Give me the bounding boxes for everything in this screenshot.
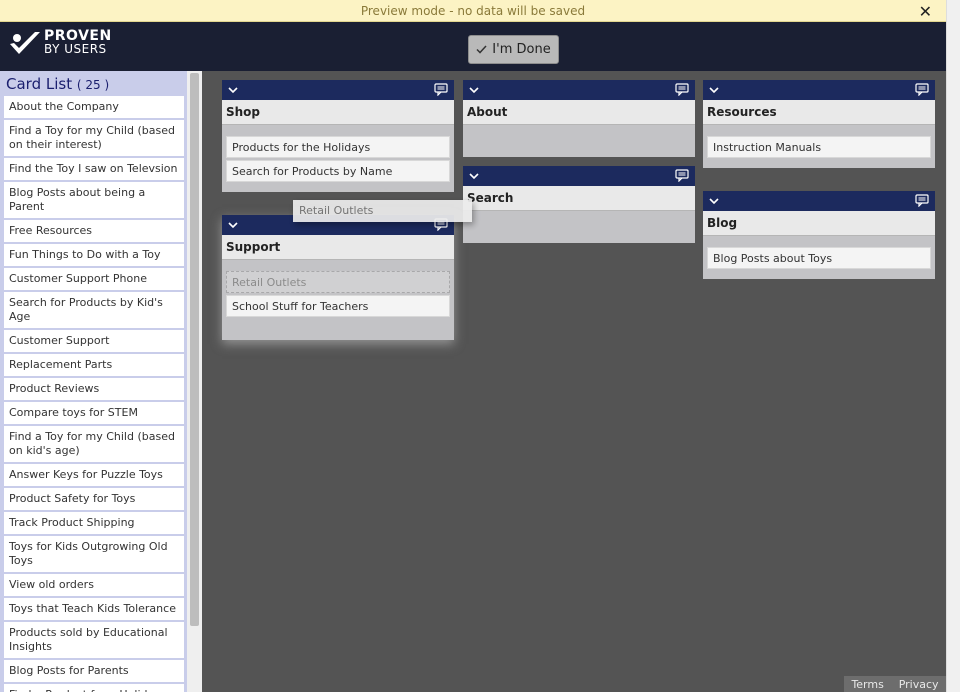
category-title[interactable]: About — [463, 100, 695, 125]
chevron-down-icon[interactable] — [468, 84, 480, 96]
sidebar-scrollbar-thumb[interactable] — [190, 73, 199, 626]
card-list-item[interactable]: Product Reviews — [4, 378, 184, 400]
chevron-down-icon[interactable] — [227, 219, 239, 231]
logo-text: PROVEN BY USERS — [44, 29, 112, 56]
top-bar: PROVEN BY USERS I'm Done — [0, 22, 946, 71]
card-list-item[interactable]: Blog Posts for Parents — [4, 660, 184, 682]
category-body: Products for the Holidays Search for Pro… — [222, 125, 454, 188]
card-list-item[interactable]: Search for Products by Kid's Age — [4, 292, 184, 328]
category-header — [703, 191, 935, 211]
category-search[interactable]: Search — [463, 166, 695, 243]
sorted-card[interactable]: Blog Posts about Toys — [707, 247, 931, 269]
privacy-link[interactable]: Privacy — [899, 678, 939, 691]
card-list-item[interactable]: About the Company — [4, 96, 184, 118]
category-support[interactable]: Support Retail Outlets School Stuff for … — [222, 215, 454, 340]
category-body: Instruction Manuals — [703, 125, 935, 164]
preview-banner-text: Preview mode - no data will be saved — [360, 4, 586, 18]
footer: Terms Privacy — [844, 676, 946, 692]
logo: PROVEN BY USERS — [8, 29, 112, 56]
category-title[interactable]: Shop — [222, 100, 454, 125]
card-list-item[interactable]: View old orders — [4, 574, 184, 596]
category-title[interactable]: Blog — [703, 211, 935, 236]
card-list-item[interactable]: Customer Support Phone — [4, 268, 184, 290]
category-title[interactable]: Resources — [703, 100, 935, 125]
sorted-card[interactable]: Products for the Holidays — [226, 136, 450, 158]
comment-icon[interactable] — [675, 169, 689, 182]
im-done-label: I'm Done — [492, 42, 551, 57]
category-header — [703, 80, 935, 100]
chevron-down-icon[interactable] — [708, 84, 720, 96]
card-list-title: Card List ( 25 ) — [0, 71, 187, 96]
preview-banner: Preview mode - no data will be saved ✕ — [0, 0, 946, 22]
card-list-item[interactable]: Blog Posts about being a Parent — [4, 182, 184, 218]
card-list-item[interactable]: Replacement Parts — [4, 354, 184, 376]
comment-icon[interactable] — [434, 83, 448, 96]
category-title[interactable]: Search — [463, 186, 695, 211]
check-icon — [476, 45, 487, 54]
checkmark-logo-icon — [10, 32, 40, 54]
drop-placeholder-card: Retail Outlets — [226, 271, 450, 293]
card-list-item[interactable]: Product Safety for Toys — [4, 488, 184, 510]
card-list-item[interactable]: Compare toys for STEM — [4, 402, 184, 424]
card-list-item[interactable]: Toys for Kids Outgrowing Old Toys — [4, 536, 184, 572]
card-list-item[interactable]: Customer Support — [4, 330, 184, 352]
card-list-item[interactable]: Find a Toy for my Child (based on their … — [4, 120, 184, 156]
im-done-button[interactable]: I'm Done — [468, 35, 559, 64]
comment-icon[interactable] — [675, 83, 689, 96]
category-title[interactable]: Support — [222, 235, 454, 260]
page-scrollbar[interactable] — [946, 0, 960, 692]
category-shop[interactable]: Shop Products for the Holidays Search fo… — [222, 80, 454, 192]
card-list-item[interactable]: Find the Toy I saw on Televsion — [4, 158, 184, 180]
card-count: ( 25 ) — [76, 78, 110, 92]
card-list-item[interactable]: Track Product Shipping — [4, 512, 184, 534]
dragged-card[interactable]: Retail Outlets — [293, 200, 472, 222]
sorted-card[interactable]: Search for Products by Name — [226, 160, 450, 182]
chevron-down-icon[interactable] — [708, 195, 720, 207]
sorted-card[interactable]: School Stuff for Teachers — [226, 295, 450, 317]
comment-icon[interactable] — [915, 194, 929, 207]
sorted-card[interactable]: Instruction Manuals — [707, 136, 931, 158]
card-list-item[interactable]: Free Resources — [4, 220, 184, 242]
card-list-item[interactable]: Find a Toy for my Child (based on kid's … — [4, 426, 184, 462]
category-header — [463, 166, 695, 186]
card-list: About the Company Find a Toy for my Child… — [0, 96, 187, 692]
card-list-item[interactable]: Toys that Teach Kids Tolerance — [4, 598, 184, 620]
comment-icon[interactable] — [915, 83, 929, 96]
card-list-item[interactable]: Answer Keys for Puzzle Toys — [4, 464, 184, 486]
category-resources[interactable]: Resources Instruction Manuals — [703, 80, 935, 168]
card-list-item[interactable]: Fun Things to Do with a Toy — [4, 244, 184, 266]
card-list-item[interactable]: Products sold by Educational Insights — [4, 622, 184, 658]
logo-line2: BY USERS — [44, 42, 107, 56]
card-list-title-text: Card List — [6, 75, 73, 93]
category-body: Retail Outlets School Stuff for Teachers — [222, 260, 454, 323]
close-icon[interactable]: ✕ — [919, 0, 932, 24]
terms-link[interactable]: Terms — [851, 678, 883, 691]
chevron-down-icon[interactable] — [227, 84, 239, 96]
card-list-sidebar: Card List ( 25 ) About the Company Find a… — [0, 71, 187, 692]
chevron-down-icon[interactable] — [468, 170, 480, 182]
category-header — [463, 80, 695, 100]
category-blog[interactable]: Blog Blog Posts about Toys — [703, 191, 935, 279]
category-body: Blog Posts about Toys — [703, 236, 935, 275]
card-list-item[interactable]: Find a Product for a Holiday (Christmas,… — [4, 684, 184, 692]
category-header — [222, 80, 454, 100]
category-about[interactable]: About — [463, 80, 695, 157]
